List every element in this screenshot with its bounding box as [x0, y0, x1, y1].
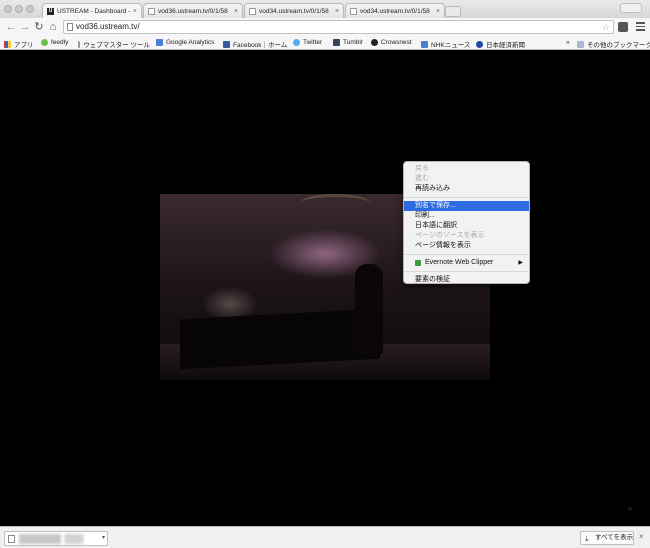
bookmarks-bar: アプリ feedly ウェブマスター ツール Google Analytics …: [0, 36, 650, 50]
nhk-icon: [421, 40, 428, 48]
bookmark-label: 日本経済新聞: [486, 42, 525, 49]
tab-ustream-dashboard[interactable]: U USTREAM - Dashboard - U ×: [42, 3, 142, 18]
tab-close-icon[interactable]: ×: [335, 8, 339, 15]
page-icon: [67, 23, 73, 31]
bookmark-nhk[interactable]: NHKニュース: [421, 39, 470, 49]
menu-separator: [404, 254, 529, 255]
download-shelf: ▾ ⤓ すべてを表示 ×: [0, 526, 650, 548]
tab-close-icon[interactable]: ×: [133, 8, 137, 15]
bookmark-feedly[interactable]: feedly: [41, 39, 68, 46]
tab-close-icon[interactable]: ×: [234, 8, 238, 15]
document-icon: [249, 7, 256, 15]
nikkei-icon: [476, 40, 483, 48]
tab-label: vod34.ustream.tv/0/1/58: [360, 7, 430, 15]
bookmark-label: Facebook｜ホーム: [233, 42, 288, 49]
bookmark-nikkei[interactable]: 日本経済新聞: [476, 39, 525, 49]
zoom-window-button[interactable]: [26, 5, 34, 13]
sidebar-chevron-icon[interactable]: «: [628, 504, 632, 513]
bookmark-label: その他のブックマーク: [587, 42, 650, 49]
bookmark-other[interactable]: その他のブックマーク: [577, 39, 650, 49]
bookmark-label: Twitter: [303, 39, 323, 46]
reload-icon[interactable]: ↻: [33, 21, 45, 33]
ustream-icon: U: [47, 7, 54, 15]
close-shelf-icon[interactable]: ×: [639, 532, 644, 541]
tab-label: vod34.ustream.tv/0/1/58: [259, 7, 329, 15]
tab-label: USTREAM - Dashboard - U: [57, 7, 130, 15]
tab-close-icon[interactable]: ×: [436, 8, 440, 15]
tumblr-icon: [333, 39, 340, 46]
facebook-icon: [223, 40, 230, 48]
menu-item-evernote[interactable]: Evernote Web Clipper ▶: [404, 258, 529, 268]
profile-button[interactable]: [620, 3, 642, 13]
bookmark-label: Crowsnest: [381, 39, 412, 46]
bookmark-label: Google Analytics: [166, 39, 215, 46]
bookmark-label: アプリ: [14, 42, 34, 49]
toolbar: ← → ↻ ⌂ vod36.ustream.tv/ ☆: [0, 18, 650, 36]
bookmark-label: feedly: [51, 39, 69, 46]
back-arrow-icon[interactable]: ←: [5, 21, 17, 33]
download-filename-blurred: [19, 534, 95, 544]
apps-icon: [4, 40, 11, 48]
document-icon: [148, 7, 155, 15]
bookmark-webmaster-tools[interactable]: ウェブマスター ツール: [78, 39, 150, 49]
bookmark-label: NHKニュース: [431, 42, 471, 49]
download-item[interactable]: ▾: [4, 531, 108, 546]
analytics-icon: [156, 39, 163, 46]
tab-vod36[interactable]: vod36.ustream.tv/0/1/58 ×: [143, 3, 243, 18]
home-icon[interactable]: ⌂: [47, 21, 59, 33]
bookmark-google-analytics[interactable]: Google Analytics: [156, 39, 214, 46]
bookmark-label: Tumblr: [343, 39, 363, 46]
bookmark-overflow-chevron-icon[interactable]: »: [566, 39, 570, 46]
menu-separator: [404, 197, 529, 198]
menu-item-reload[interactable]: 再読み込み: [404, 184, 529, 194]
menu-item-save-as[interactable]: 別名で保存...: [404, 201, 529, 211]
crowsnest-icon: [371, 39, 378, 46]
show-all-label: すべてを表示: [595, 534, 634, 541]
bookmark-twitter[interactable]: Twitter: [293, 39, 322, 46]
video-lamp-shape: [300, 194, 370, 212]
bookmark-crowsnest[interactable]: Crowsnest: [371, 39, 412, 46]
menu-item-inspect[interactable]: 要素の検証: [404, 275, 529, 285]
context-menu: 戻る 進む 再読み込み 別名で保存... 印刷... 日本語に翻訳 ページのソー…: [403, 161, 530, 284]
document-icon: [350, 7, 357, 15]
video-performer-shape: [355, 264, 383, 354]
menu-item-page-info[interactable]: ページ情報を表示: [404, 241, 529, 251]
menu-item-forward[interactable]: 進む: [404, 174, 529, 184]
bookmark-facebook[interactable]: Facebook｜ホーム: [223, 39, 287, 49]
menu-item-view-source[interactable]: ページのソースを表示: [404, 231, 529, 241]
address-bar[interactable]: vod36.ustream.tv/ ☆: [63, 20, 614, 34]
submenu-arrow-icon: ▶: [518, 260, 523, 266]
folder-icon: [577, 40, 584, 48]
twitter-icon: [293, 39, 300, 46]
file-icon: [8, 535, 15, 543]
show-all-downloads-button[interactable]: ⤓ すべてを表示: [580, 531, 634, 545]
tab-vod34-second[interactable]: vod34.ustream.tv/0/1/58 ×: [345, 3, 445, 18]
tab-label: vod36.ustream.tv/0/1/58: [158, 7, 228, 15]
extension-icon[interactable]: [618, 22, 628, 32]
minimize-window-button[interactable]: [15, 5, 23, 13]
new-tab-button[interactable]: [445, 6, 461, 17]
menu-item-back[interactable]: 戻る: [404, 164, 529, 174]
feedly-icon: [41, 39, 48, 46]
download-icon: ⤓: [585, 534, 589, 543]
menu-item-translate[interactable]: 日本語に翻訳: [404, 221, 529, 231]
url-text: vod36.ustream.tv/: [76, 22, 140, 31]
evernote-icon: [415, 260, 421, 266]
video-piano-shape: [180, 308, 380, 370]
menu-separator: [404, 271, 529, 272]
menu-item-print[interactable]: 印刷...: [404, 211, 529, 221]
tab-strip: U USTREAM - Dashboard - U × vod36.ustrea…: [0, 0, 650, 18]
close-window-button[interactable]: [4, 5, 12, 13]
download-dropdown-icon[interactable]: ▾: [102, 534, 105, 541]
document-icon: [78, 40, 81, 48]
tab-vod34[interactable]: vod34.ustream.tv/0/1/58 ×: [244, 3, 344, 18]
bookmark-label: ウェブマスター ツール: [83, 42, 150, 49]
hamburger-menu-icon[interactable]: [636, 22, 645, 31]
menu-item-label: Evernote Web Clipper: [425, 259, 494, 266]
bookmark-apps[interactable]: アプリ: [4, 39, 34, 49]
forward-arrow-icon[interactable]: →: [19, 21, 31, 33]
bookmark-tumblr[interactable]: Tumblr: [333, 39, 363, 46]
browser-window: U USTREAM - Dashboard - U × vod36.ustrea…: [0, 0, 650, 548]
bookmark-star-icon[interactable]: ☆: [602, 21, 610, 33]
